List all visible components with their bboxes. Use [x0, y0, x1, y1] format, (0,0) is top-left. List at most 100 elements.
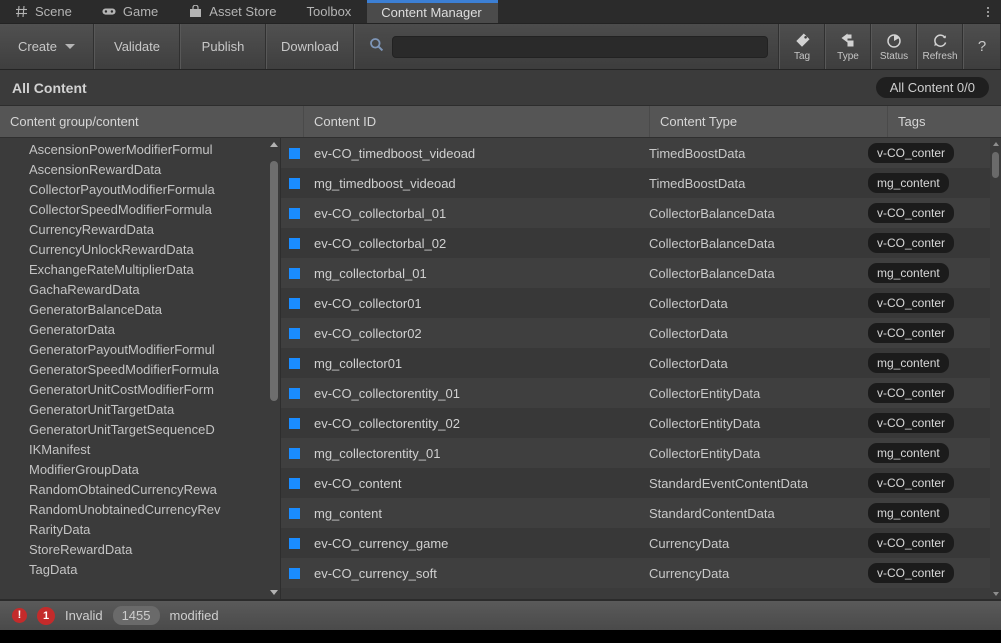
tag-badge: v-CO_conter [868, 473, 955, 493]
kebab-menu-icon[interactable] [975, 0, 1001, 23]
publish-button[interactable]: Publish [180, 24, 266, 69]
window-bottom-edge [0, 630, 1001, 643]
tab-asset-store[interactable]: Asset Store [174, 0, 292, 23]
content-id-label: ev-CO_collectorbal_02 [314, 235, 447, 251]
triangle-up-icon[interactable] [269, 138, 278, 151]
tree-item[interactable]: IKManifest [0, 440, 280, 460]
table-row[interactable]: ev-CO_collectorbal_01 CollectorBalanceDat… [281, 198, 1001, 228]
table-row[interactable]: ev-CO_collectorbal_02 CollectorBalanceDat… [281, 228, 1001, 258]
tab-scene[interactable]: Scene [0, 0, 88, 23]
search-input[interactable] [391, 35, 768, 58]
tree-item[interactable]: AscensionRewardData [0, 160, 280, 180]
tab-content-manager[interactable]: Content Manager [367, 0, 499, 23]
tree-item[interactable]: RarityData [0, 520, 280, 540]
tree-item[interactable]: AscensionPowerModifierFormul [0, 140, 280, 160]
tree-item[interactable]: GeneratorUnitTargetData [0, 400, 280, 420]
table-row[interactable]: ev-CO_content StandardEventContentData v-C… [281, 468, 1001, 498]
tree-item[interactable]: RandomUnobtainedCurrencyRev [0, 500, 280, 520]
status-badge: All Content 0/0 [875, 77, 989, 98]
column-header-tags[interactable]: Tags [888, 106, 1001, 137]
tag-badge: mg_content [868, 173, 949, 193]
status-filter-button[interactable]: Status [871, 24, 917, 69]
status-pie-icon [886, 31, 903, 50]
tree-item[interactable]: StoreRewardData [0, 540, 280, 560]
tree-scrollbar-track[interactable] [267, 151, 280, 586]
tag-badge: v-CO_conter [868, 293, 955, 313]
cell-content-id: mg_content [281, 506, 649, 521]
tab-toolbox[interactable]: Toolbox [292, 0, 367, 23]
table-row[interactable]: ev-CO_currency_game CurrencyData v-CO_cont… [281, 528, 1001, 558]
tree-item[interactable]: GeneratorData [0, 320, 280, 340]
section-header: All Content All Content 0/0 [0, 70, 1001, 106]
triangle-down-icon[interactable] [269, 586, 278, 599]
table-row[interactable]: ev-CO_collector01 CollectorData v-CO_conte… [281, 288, 1001, 318]
type-filter-button[interactable]: Type [825, 24, 871, 69]
table-row[interactable]: mg_collectorbal_01 CollectorBalanceData mg… [281, 258, 1001, 288]
main-toolbar: Create Validate Publish Download Tag Typ… [0, 24, 1001, 70]
column-header-group[interactable]: Content group/content [0, 106, 304, 137]
content-id-label: ev-CO_collector02 [314, 325, 422, 341]
tree-item[interactable]: CollectorPayoutModifierFormula [0, 180, 280, 200]
status-bar: ! 1 Invalid 1455 modified [0, 600, 1001, 630]
tree-item[interactable]: GeneratorSpeedModifierFormula [0, 360, 280, 380]
validate-button[interactable]: Validate [94, 24, 180, 69]
table-scroll-up-icon[interactable] [990, 138, 1001, 149]
tag-badge: v-CO_conter [868, 533, 955, 553]
blue-square-icon [289, 537, 300, 549]
tree-scrollbar[interactable] [267, 138, 280, 599]
column-header-content-type[interactable]: Content Type [650, 106, 888, 137]
refresh-button[interactable]: Refresh [917, 24, 963, 69]
error-icon: ! [12, 608, 27, 623]
tree-item[interactable]: GeneratorUnitTargetSequenceD [0, 420, 280, 440]
cell-content-type: CollectorEntityData [649, 445, 761, 461]
cell-tags: v-CO_conter [864, 143, 1001, 163]
tree-item[interactable]: ModifierGroupData [0, 460, 280, 480]
table-scrollbar[interactable] [990, 138, 1001, 599]
tree-item[interactable]: ExchangeRateMultiplierData [0, 260, 280, 280]
table-row[interactable]: ev-CO_timedboost_videoad TimedBoostData v-… [281, 138, 1001, 168]
table-row[interactable]: ev-CO_currency_soft CurrencyData v-CO_cont… [281, 558, 1001, 588]
table-scroll-down-icon[interactable] [990, 588, 1001, 599]
column-header-content-id[interactable]: Content ID [304, 106, 650, 137]
cell-content-id: mg_timedboost_videoad [281, 176, 649, 191]
tree-item[interactable]: GeneratorPayoutModifierFormul [0, 340, 280, 360]
type-icon [840, 31, 857, 50]
help-button[interactable]: ? [963, 24, 1001, 69]
table-row[interactable]: ev-CO_collectorentity_01 CollectorEntityD… [281, 378, 1001, 408]
table-row[interactable]: mg_collector01 CollectorData mg_content [281, 348, 1001, 378]
tag-badge: mg_content [868, 263, 949, 283]
cell-content-id: ev-CO_collector02 [281, 326, 649, 341]
table-row[interactable]: mg_content StandardContentData mg_content [281, 498, 1001, 528]
tree-scrollbar-thumb[interactable] [270, 161, 278, 401]
tree-item[interactable]: GachaRewardData [0, 280, 280, 300]
tree-item[interactable]: TagData [0, 560, 280, 580]
table-row[interactable]: mg_timedboost_videoad TimedBoostData mg_co… [281, 168, 1001, 198]
download-button[interactable]: Download [266, 24, 354, 69]
cell-tags: mg_content [864, 353, 1001, 373]
refresh-label: Refresh [922, 51, 958, 62]
grid-icon [14, 5, 28, 19]
modified-count-badge: 1455 [112, 606, 160, 625]
table-row[interactable]: mg_collectorentity_01 CollectorEntityData… [281, 438, 1001, 468]
modified-label: modified [169, 608, 219, 623]
error-count-badge[interactable]: 1 [37, 606, 55, 625]
tree-item[interactable]: CurrencyUnlockRewardData [0, 240, 280, 260]
cell-content-type: TimedBoostData [649, 175, 746, 191]
tag-filter-button[interactable]: Tag [779, 24, 825, 69]
table-row[interactable]: ev-CO_collectorentity_02 CollectorEntityD… [281, 408, 1001, 438]
tree-item[interactable]: GeneratorUnitCostModifierForm [0, 380, 280, 400]
table-row[interactable]: ev-CO_collector02 CollectorData v-CO_conte… [281, 318, 1001, 348]
tree-item[interactable]: RandomObtainedCurrencyRewa [0, 480, 280, 500]
cell-tags: v-CO_conter [864, 323, 1001, 343]
tag-badge: v-CO_conter [868, 323, 955, 343]
table-scrollbar-thumb[interactable] [992, 152, 999, 178]
cell-content-type: CollectorEntityData [649, 415, 761, 431]
create-button[interactable]: Create [0, 24, 94, 69]
cell-content-type: CurrencyData [649, 535, 730, 551]
tree-item[interactable]: CurrencyRewardData [0, 220, 280, 240]
tree-item[interactable]: CollectorSpeedModifierFormula [0, 200, 280, 220]
cell-content-id: mg_collector01 [281, 356, 649, 371]
tree-item[interactable]: GeneratorBalanceData [0, 300, 280, 320]
content-table-rows: ev-CO_timedboost_videoad TimedBoostData v-… [281, 138, 1001, 599]
tab-game[interactable]: Game [88, 0, 174, 23]
